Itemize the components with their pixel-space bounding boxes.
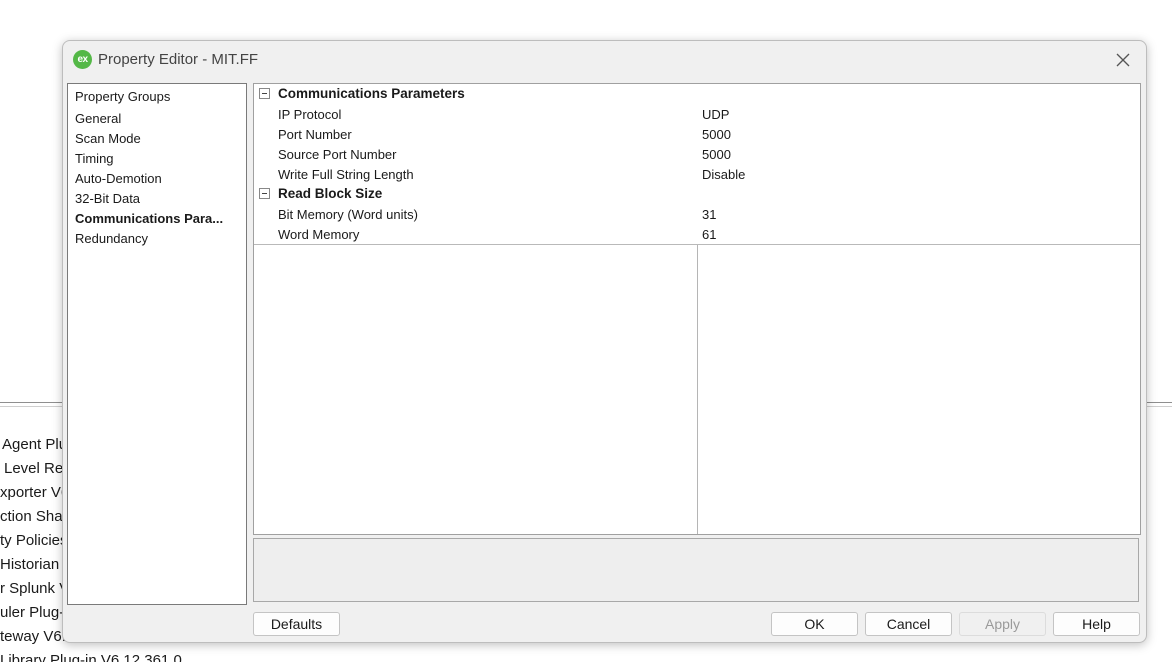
defaults-button[interactable]: Defaults: [253, 612, 340, 636]
property-name: Write Full String Length: [278, 167, 414, 182]
category-row-read-block-size: Read Block Size: [254, 184, 1140, 205]
property-description-area: [253, 538, 1139, 602]
group-item-redundancy[interactable]: Redundancy: [75, 231, 148, 246]
background-list-item: r Splunk V: [0, 580, 70, 597]
background-list-item: Level Rec: [4, 460, 71, 477]
property-value-source-port-number[interactable]: 5000: [698, 144, 1140, 164]
collapse-icon[interactable]: [259, 188, 270, 199]
help-button[interactable]: Help: [1053, 612, 1140, 636]
group-item-auto-demotion[interactable]: Auto-Demotion: [75, 171, 162, 186]
ok-button[interactable]: OK: [771, 612, 858, 636]
property-row-write-full-string-length: Write Full String Length Disable: [254, 164, 1140, 185]
property-row-source-port-number: Source Port Number 5000: [254, 144, 1140, 165]
group-item-timing[interactable]: Timing: [75, 151, 114, 166]
property-value-bit-memory[interactable]: 31: [698, 204, 1140, 224]
property-row-bit-memory: Bit Memory (Word units) 31: [254, 204, 1140, 225]
property-value-text: Disable: [702, 167, 746, 182]
property-value-text: UDP: [702, 107, 730, 122]
background-list-item: Library Plug-in V6.12.361.0: [0, 652, 182, 662]
property-row-port-number: Port Number 5000: [254, 124, 1140, 145]
property-name: Bit Memory (Word units): [278, 207, 418, 222]
property-value-ip-protocol[interactable]: UDP: [698, 104, 1140, 124]
property-row-ip-protocol: IP Protocol UDP: [254, 104, 1140, 125]
background-list-item: Agent Plu: [2, 436, 68, 453]
category-row-communications-parameters: Communications Parameters: [254, 84, 1140, 105]
property-grid: Communications Parameters IP Protocol UD…: [253, 83, 1141, 535]
dialog-title: Property Editor - MIT.FF: [98, 51, 259, 68]
property-groups-header: Property Groups: [75, 89, 171, 104]
property-value-word-memory[interactable]: 61: [698, 224, 1140, 244]
group-item-communications-parameters[interactable]: Communications Para...: [75, 211, 223, 226]
property-name: Word Memory: [278, 227, 360, 242]
category-label: Read Block Size: [278, 186, 383, 201]
property-value-text: 5000: [702, 147, 731, 162]
background-list-item: ty Policies: [0, 532, 68, 549]
property-value-text: 31: [702, 207, 717, 222]
title-bar[interactable]: ex Property Editor - MIT.FF: [63, 41, 1146, 79]
property-value-port-number[interactable]: 5000: [698, 124, 1140, 144]
background-list-item: Historian: [0, 556, 60, 573]
group-item-general[interactable]: General: [75, 111, 121, 126]
property-name: Source Port Number: [278, 147, 397, 162]
cancel-button[interactable]: Cancel: [865, 612, 952, 636]
background-list-item: ction Shar: [0, 508, 68, 525]
property-value-write-full-string-length[interactable]: Disable: [698, 164, 1140, 184]
apply-button[interactable]: Apply: [959, 612, 1046, 636]
property-name: IP Protocol: [278, 107, 342, 122]
property-value-text: 5000: [702, 127, 731, 142]
app-logo-icon: ex: [73, 50, 92, 69]
property-name: Port Number: [278, 127, 352, 142]
category-label: Communications Parameters: [278, 86, 465, 101]
group-item-scan-mode[interactable]: Scan Mode: [75, 131, 141, 146]
group-item-32-bit-data[interactable]: 32-Bit Data: [75, 191, 140, 206]
background-list-item: xporter V6: [0, 484, 70, 501]
collapse-icon[interactable]: [259, 88, 270, 99]
property-groups-panel: Property Groups General Scan Mode Timing…: [67, 83, 247, 605]
background-list-item: teway V6.: [0, 628, 66, 645]
close-icon[interactable]: [1112, 49, 1134, 71]
property-row-word-memory: Word Memory 61: [254, 224, 1140, 245]
property-editor-dialog: ex Property Editor - MIT.FF Property Gro…: [62, 40, 1147, 643]
background-list-item: uler Plug-: [0, 604, 65, 621]
property-value-text: 61: [702, 227, 717, 242]
